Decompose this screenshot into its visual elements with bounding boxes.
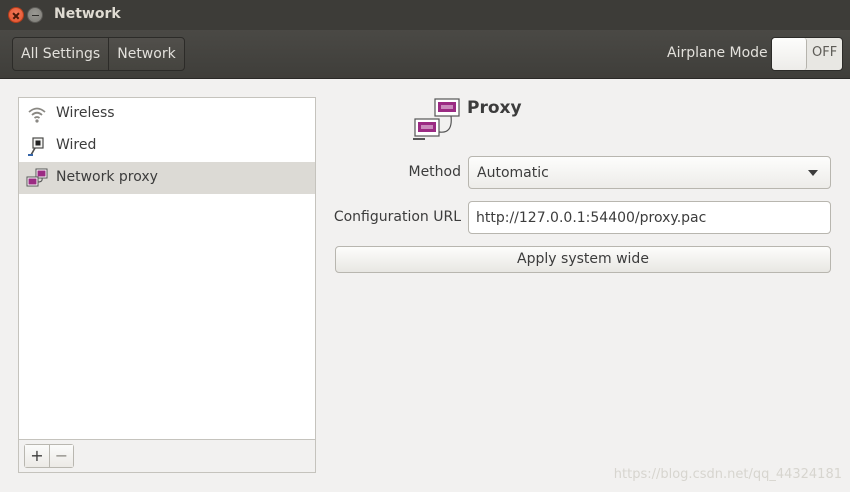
- add-connection-button[interactable]: +: [25, 445, 49, 467]
- close-icon[interactable]: [8, 7, 24, 23]
- method-selected-value: Automatic: [477, 165, 549, 181]
- list-toolbar: + −: [19, 439, 315, 472]
- switch-knob[interactable]: [772, 38, 807, 70]
- title-bar: Network: [0, 0, 850, 30]
- breadcrumb-all-settings[interactable]: All Settings: [13, 38, 108, 70]
- wired-network-icon: [28, 137, 44, 156]
- breadcrumb-network[interactable]: Network: [108, 38, 183, 70]
- minimize-icon[interactable]: [27, 7, 43, 23]
- add-remove-buttons: + −: [24, 444, 74, 468]
- switch-state-text: OFF: [812, 45, 838, 60]
- apply-system-wide-button[interactable]: Apply system wide: [335, 246, 831, 273]
- breadcrumb: All Settings Network: [12, 37, 185, 71]
- airplane-mode-label: Airplane Mode: [667, 45, 768, 61]
- configuration-url-input[interactable]: [468, 201, 831, 234]
- wifi-icon: [28, 107, 46, 123]
- sidebar-item-label: Network proxy: [56, 169, 158, 185]
- header-bar: All Settings Network Airplane Mode OFF: [0, 30, 850, 79]
- proxy-icon: [413, 98, 460, 140]
- sidebar-item-network-proxy[interactable]: Network proxy: [19, 162, 315, 194]
- window-title: Network: [54, 6, 121, 22]
- page-title: Proxy: [467, 98, 522, 118]
- connection-list: Wireless Wired Network proxy + −: [18, 97, 316, 473]
- method-label: Method: [408, 164, 461, 180]
- sidebar-item-wireless[interactable]: Wireless: [19, 98, 315, 130]
- method-dropdown[interactable]: Automatic: [468, 156, 831, 189]
- configuration-url-label: Configuration URL: [333, 209, 461, 225]
- sidebar-item-label: Wired: [56, 137, 97, 153]
- watermark: https://blog.csdn.net/qq_44324181: [613, 467, 842, 482]
- sidebar-item-wired[interactable]: Wired: [19, 130, 315, 162]
- remove-connection-button[interactable]: −: [49, 445, 73, 467]
- proxy-icon: [26, 168, 48, 187]
- chevron-down-icon: [808, 170, 818, 176]
- sidebar-item-label: Wireless: [56, 105, 115, 121]
- airplane-mode-switch[interactable]: OFF: [771, 37, 843, 71]
